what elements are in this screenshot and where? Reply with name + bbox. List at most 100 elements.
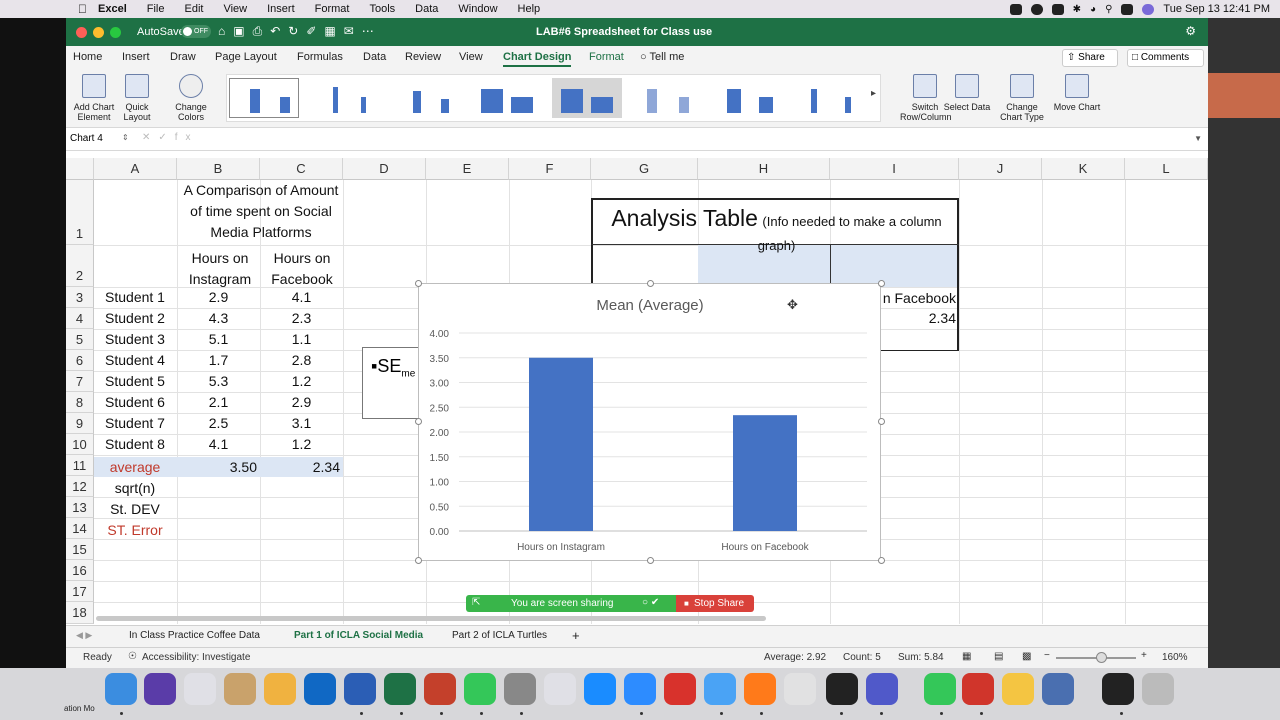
powerpoint-icon[interactable] xyxy=(424,673,456,705)
chart-style-7[interactable] xyxy=(712,78,782,118)
sheet-tab-coffee[interactable]: In Class Practice Coffee Data xyxy=(129,630,260,641)
chart-style-4[interactable] xyxy=(472,78,542,118)
preview-icon[interactable] xyxy=(224,673,256,705)
resize-handle-tr[interactable] xyxy=(878,280,885,287)
chart-style-5[interactable] xyxy=(552,78,622,118)
chart-style-3[interactable] xyxy=(392,78,462,118)
stop-share-button[interactable]: ■ Stop Share xyxy=(676,595,754,612)
average-instagram[interactable]: 3.50 xyxy=(177,459,257,475)
column-header-f[interactable]: F xyxy=(509,158,591,180)
row-header-14[interactable]: 14 xyxy=(66,518,94,539)
name-box-stepper-icon[interactable]: ⇕ xyxy=(122,133,129,142)
menu-window[interactable]: Window xyxy=(458,3,497,15)
siri-icon[interactable] xyxy=(1142,3,1155,15)
facebook-hours[interactable]: 4.1 xyxy=(260,289,343,305)
student-name[interactable]: Student 6 xyxy=(94,394,176,410)
average-label[interactable]: average xyxy=(94,459,176,475)
format-painter-icon[interactable]: ✐ xyxy=(306,24,316,39)
row-header-8[interactable]: 8 xyxy=(66,392,94,413)
notes-icon[interactable] xyxy=(1002,673,1034,705)
st-error-label[interactable]: ST. Error xyxy=(94,522,176,538)
terminal-icon[interactable] xyxy=(826,673,858,705)
undo-icon[interactable]: ↶ xyxy=(270,24,280,39)
menu-excel[interactable]: Excel xyxy=(98,3,127,15)
screenshot-icon[interactable] xyxy=(1042,673,1074,705)
tab-chart-design[interactable]: Chart Design xyxy=(503,51,572,67)
se-text-box[interactable]: ▪SEme xyxy=(362,347,420,419)
bar-facebook[interactable] xyxy=(733,415,797,531)
mean-bar-chart[interactable]: Mean (Average) 0.00 0.50 1.00 1.50 2.00 2.50 3… xyxy=(415,280,885,564)
tab-review[interactable]: Review xyxy=(405,51,441,63)
instagram-hours[interactable]: 5.1 xyxy=(177,331,260,347)
instagram-hours[interactable]: 4.1 xyxy=(177,436,260,452)
row-header-17[interactable]: 17 xyxy=(66,581,94,602)
formula-input[interactable] xyxy=(196,131,1186,147)
horizontal-scrollbar[interactable] xyxy=(96,616,766,621)
column-header-e[interactable]: E xyxy=(426,158,509,180)
menu-insert[interactable]: Insert xyxy=(267,3,295,15)
column-header-l[interactable]: L xyxy=(1125,158,1208,180)
menu-data[interactable]: Data xyxy=(415,3,438,15)
firefox-icon[interactable] xyxy=(744,673,776,705)
sqrt-n-label[interactable]: sqrt(n) xyxy=(94,480,176,496)
facebook-hours[interactable]: 3.1 xyxy=(260,415,343,431)
column-header-a[interactable]: A xyxy=(94,158,177,180)
instagram-hours[interactable]: 1.7 xyxy=(177,352,260,368)
zoom-in-icon[interactable]: + xyxy=(1141,650,1147,661)
share-button[interactable]: ⇧ Share xyxy=(1062,49,1118,67)
bar-instagram[interactable] xyxy=(529,357,593,531)
resize-handle-r[interactable] xyxy=(878,418,885,425)
student-name[interactable]: Student 3 xyxy=(94,331,176,347)
resize-handle-br[interactable] xyxy=(878,557,885,564)
resize-handle-l[interactable] xyxy=(415,418,422,425)
column-header-i[interactable]: I xyxy=(830,158,959,180)
normal-view-icon[interactable]: ▦ xyxy=(962,651,971,662)
keychain-icon[interactable] xyxy=(784,673,816,705)
control-center-icon[interactable] xyxy=(1121,3,1134,15)
page-layout-view-icon[interactable]: ▤ xyxy=(994,651,1003,662)
menu-help[interactable]: Help xyxy=(518,3,541,15)
excel-icon[interactable] xyxy=(384,673,416,705)
acrobat-icon[interactable] xyxy=(664,673,696,705)
zoom-level[interactable]: 160% xyxy=(1162,652,1188,663)
instagram-hours[interactable]: 5.3 xyxy=(177,373,260,389)
student-name[interactable]: Student 5 xyxy=(94,373,176,389)
malwarebytes-icon[interactable] xyxy=(1051,3,1064,15)
print-icon[interactable]: ⎙ xyxy=(253,24,263,39)
chart-app-icon[interactable] xyxy=(544,673,576,705)
photos-icon[interactable] xyxy=(264,673,296,705)
facebook-hours[interactable]: 2.8 xyxy=(260,352,343,368)
sheet-tab-turtles[interactable]: Part 2 of ICLA Turtles xyxy=(452,630,547,641)
instagram-hours[interactable]: 2.5 xyxy=(177,415,260,431)
row-header-4[interactable]: 4 xyxy=(66,308,94,329)
facebook-hours[interactable]: 1.2 xyxy=(260,373,343,389)
add-sheet-icon[interactable]: + xyxy=(572,628,580,643)
facetime-icon[interactable] xyxy=(464,673,496,705)
tab-insert[interactable]: Insert xyxy=(122,51,150,63)
facebook-hours[interactable]: 1.2 xyxy=(260,436,343,452)
analysis-title[interactable]: Analysis Table (Info needed to make a co… xyxy=(604,206,949,258)
facebook-hours[interactable]: 1.1 xyxy=(260,331,343,347)
column-header-c[interactable]: C xyxy=(260,158,343,180)
average-facebook[interactable]: 2.34 xyxy=(260,459,340,475)
chart-style-1[interactable] xyxy=(229,78,299,118)
table-icon[interactable]: ▦ xyxy=(324,24,335,39)
wifi-icon[interactable]: ◕ xyxy=(1090,4,1096,15)
tell-me-search[interactable]: ○ Tell me xyxy=(640,51,684,63)
tab-format[interactable]: Format xyxy=(589,51,624,63)
instagram-hours[interactable]: 2.1 xyxy=(177,394,260,410)
tab-page-layout[interactable]: Page Layout xyxy=(215,51,277,63)
accessibility-status[interactable]: Accessibility: Investigate xyxy=(142,652,250,663)
resize-handle-bl[interactable] xyxy=(415,557,422,564)
app-store-icon[interactable] xyxy=(584,673,616,705)
tab-home[interactable]: Home xyxy=(73,51,102,63)
row-header-1[interactable]: 1 xyxy=(66,180,94,245)
student-name[interactable]: Student 2 xyxy=(94,310,176,326)
zoom-icon[interactable] xyxy=(624,673,656,705)
chart-style-8[interactable] xyxy=(792,78,862,118)
zoom-tray-icon[interactable] xyxy=(1009,3,1022,15)
page-break-view-icon[interactable]: ▩ xyxy=(1022,651,1031,662)
apple-icon[interactable]:  xyxy=(78,2,98,16)
mail-icon[interactable] xyxy=(704,673,736,705)
siri-icon[interactable] xyxy=(144,673,176,705)
